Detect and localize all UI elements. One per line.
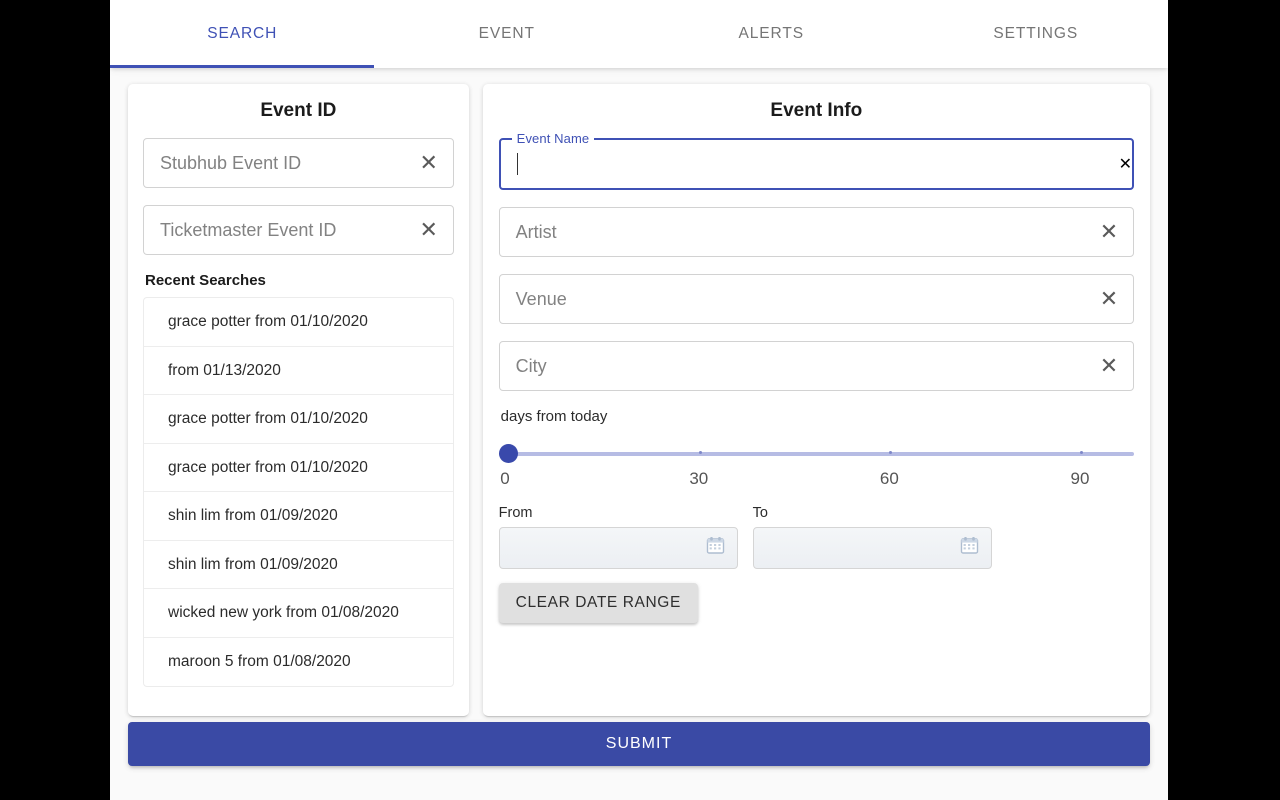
close-icon[interactable]: ✕ xyxy=(1085,355,1133,377)
event-name-field[interactable]: Event Name ✕ xyxy=(498,131,1134,190)
text-cursor xyxy=(516,153,518,175)
city-field[interactable]: City ✕ xyxy=(498,341,1134,391)
list-item[interactable]: from 01/13/2020 xyxy=(144,347,453,396)
list-item[interactable]: maroon 5 from 01/08/2020 xyxy=(144,687,453,688)
days-slider-label: days from today xyxy=(500,408,608,425)
to-date-input[interactable] xyxy=(752,527,992,569)
list-item[interactable]: wicked new york from 01/08/2020 xyxy=(144,589,453,638)
close-icon[interactable]: ✕ xyxy=(1119,154,1132,174)
slider-track[interactable] xyxy=(498,452,1134,456)
venue-placeholder: Venue xyxy=(515,288,567,309)
event-name-label: Event Name xyxy=(511,131,595,146)
active-tab-indicator xyxy=(110,65,374,68)
event-id-title: Event ID xyxy=(260,100,337,121)
close-icon[interactable]: ✕ xyxy=(405,219,453,241)
ticketmaster-event-id-field[interactable]: Ticketmaster Event ID ✕ xyxy=(143,205,454,255)
to-label: To xyxy=(752,505,768,521)
close-icon[interactable]: ✕ xyxy=(1085,288,1133,310)
close-icon[interactable]: ✕ xyxy=(405,152,453,174)
stubhub-event-id-field[interactable]: Stubhub Event ID ✕ xyxy=(143,138,454,188)
calendar-icon[interactable] xyxy=(960,536,979,560)
tab-alerts[interactable]: ALERTS xyxy=(639,0,904,68)
date-to-column: To xyxy=(752,505,992,569)
slider-tick-60: 60 xyxy=(879,469,899,488)
slider-tick-0: 0 xyxy=(500,469,510,488)
from-label: From xyxy=(498,505,533,521)
date-range-row: From To xyxy=(498,505,1134,569)
slider-thumb[interactable] xyxy=(498,444,518,463)
event-info-title: Event Info xyxy=(770,100,863,121)
artist-field[interactable]: Artist ✕ xyxy=(498,207,1134,257)
date-from-column: From xyxy=(498,505,738,569)
from-date-input[interactable] xyxy=(498,527,738,569)
ticketmaster-event-id-placeholder: Ticketmaster Event ID xyxy=(160,219,337,240)
list-item[interactable]: shin lim from 01/09/2020 xyxy=(144,492,453,541)
slider-tick-labels: 0 30 60 90 xyxy=(499,469,1134,495)
tab-bar: SEARCH EVENT ALERTS SETTINGS xyxy=(110,0,1168,68)
slider-mark-90 xyxy=(1079,451,1083,454)
submit-area: SUBMIT xyxy=(110,716,1168,766)
submit-button[interactable]: SUBMIT xyxy=(128,722,1150,766)
tab-settings[interactable]: SETTINGS xyxy=(904,0,1169,68)
recent-searches-list[interactable]: grace potter from 01/10/2020 from 01/13/… xyxy=(143,297,454,687)
days-from-today-slider[interactable] xyxy=(498,439,1134,469)
stubhub-event-id-placeholder: Stubhub Event ID xyxy=(160,152,302,173)
slider-tick-90: 90 xyxy=(1070,469,1090,488)
list-item[interactable]: grace potter from 01/10/2020 xyxy=(144,444,453,493)
list-item[interactable]: grace potter from 01/10/2020 xyxy=(144,298,453,347)
recent-searches-title: Recent Searches xyxy=(145,272,266,289)
list-item[interactable]: shin lim from 01/09/2020 xyxy=(144,541,453,590)
close-icon[interactable]: ✕ xyxy=(1085,221,1133,243)
clear-date-range-button[interactable]: CLEAR DATE RANGE xyxy=(498,583,698,623)
artist-placeholder: Artist xyxy=(515,221,557,242)
list-item[interactable]: grace potter from 01/10/2020 xyxy=(144,395,453,444)
app-frame: SEARCH EVENT ALERTS SETTINGS Event ID St… xyxy=(110,0,1168,800)
venue-field[interactable]: Venue ✕ xyxy=(498,274,1134,324)
city-placeholder: City xyxy=(515,355,547,376)
event-info-panel: Event Info Event Name ✕ Artist ✕ Venue ✕… xyxy=(482,84,1150,716)
main-content: Event ID Stubhub Event ID ✕ Ticketmaster… xyxy=(110,68,1168,716)
tab-event[interactable]: EVENT xyxy=(375,0,640,68)
slider-tick-30: 30 xyxy=(689,469,709,488)
event-id-panel: Event ID Stubhub Event ID ✕ Ticketmaster… xyxy=(128,84,469,716)
list-item[interactable]: maroon 5 from 01/08/2020 xyxy=(144,638,453,686)
calendar-icon[interactable] xyxy=(706,536,725,560)
slider-mark-30 xyxy=(698,451,702,454)
tab-search[interactable]: SEARCH xyxy=(110,0,375,68)
